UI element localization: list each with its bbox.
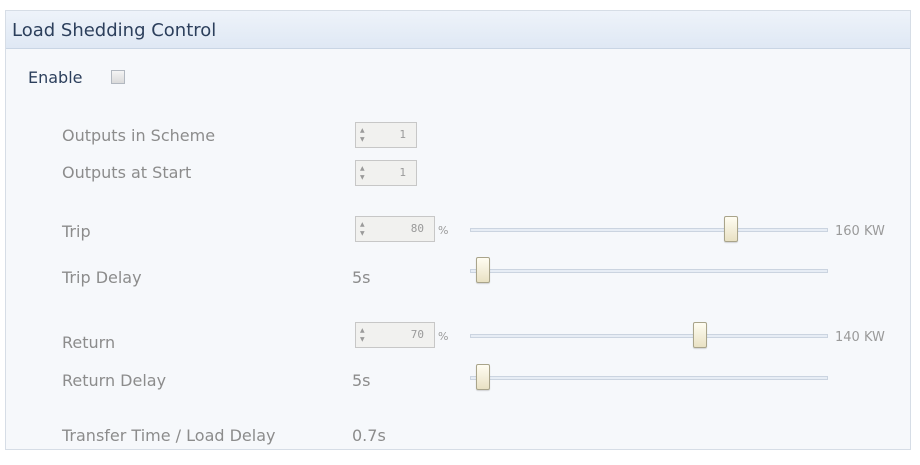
trip-spinner[interactable]: ▲ ▼ 80: [355, 216, 435, 242]
trip-slider-track[interactable]: [470, 228, 828, 232]
return-label: Return: [62, 333, 116, 352]
outputs-at-start-label: Outputs at Start: [62, 163, 192, 182]
outputs-in-scheme-value[interactable]: 1: [399, 128, 406, 141]
panel-header: Load Shedding Control: [6, 11, 910, 49]
outputs-at-start-value[interactable]: 1: [399, 166, 406, 179]
return-slider-thumb[interactable]: [693, 322, 708, 348]
return-slider-track[interactable]: [470, 334, 828, 338]
return-delay-label: Return Delay: [62, 371, 167, 390]
return-unit: %: [438, 330, 449, 343]
trip-value[interactable]: 80: [411, 222, 424, 235]
trip-delay-slider-thumb[interactable]: [476, 257, 490, 283]
return-delay-slider-thumb[interactable]: [476, 364, 490, 390]
trip-kw-readout: 160 KW: [835, 224, 885, 239]
spinner-arrows-icon[interactable]: ▲ ▼: [360, 220, 366, 238]
enable-checkbox[interactable]: [111, 70, 125, 84]
spinner-arrows-icon[interactable]: ▲ ▼: [360, 326, 366, 344]
transfer-time-label: Transfer Time / Load Delay: [62, 426, 276, 445]
return-spinner[interactable]: ▲ ▼ 70: [355, 322, 435, 348]
return-kw-readout: 140 KW: [835, 330, 885, 345]
transfer-time-value: 0.7s: [352, 426, 386, 445]
trip-delay-slider-track[interactable]: [470, 269, 828, 273]
outputs-in-scheme-label: Outputs in Scheme: [62, 126, 216, 145]
trip-slider-thumb[interactable]: [724, 216, 739, 242]
trip-unit: %: [438, 224, 449, 237]
spinner-arrows-icon[interactable]: ▲ ▼: [360, 164, 366, 182]
enable-label: Enable: [28, 68, 83, 87]
trip-delay-label: Trip Delay: [62, 268, 142, 287]
trip-label: Trip: [62, 222, 91, 241]
spinner-arrows-icon[interactable]: ▲ ▼: [360, 126, 366, 144]
return-value[interactable]: 70: [411, 328, 424, 341]
panel-title: Load Shedding Control: [12, 20, 217, 41]
outputs-in-scheme-spinner[interactable]: ▲ ▼ 1: [355, 122, 417, 148]
return-delay-value: 5s: [352, 371, 371, 390]
trip-delay-value: 5s: [352, 268, 371, 287]
return-delay-slider-track[interactable]: [470, 376, 828, 380]
outputs-at-start-spinner[interactable]: ▲ ▼ 1: [355, 160, 417, 186]
